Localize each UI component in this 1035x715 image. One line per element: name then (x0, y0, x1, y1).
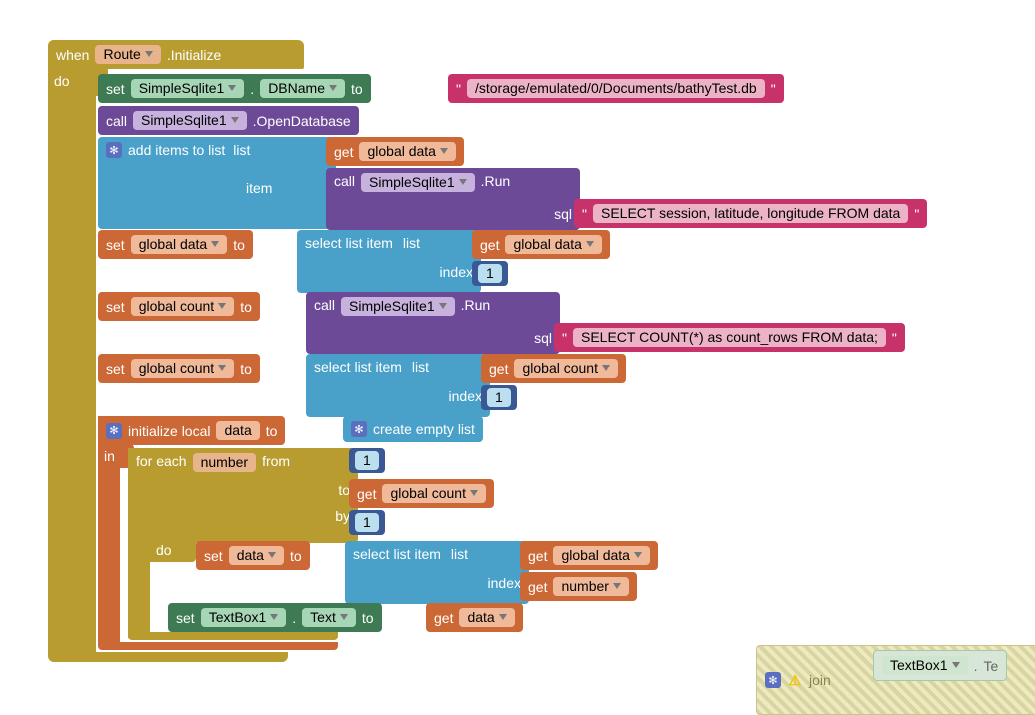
set-dbname-block[interactable]: set SimpleSqlite1 . DBName to (98, 74, 371, 103)
get-var-block[interactable]: get global count (481, 354, 626, 383)
var-dropdown[interactable]: global count (514, 359, 618, 378)
chevron-down-icon (459, 179, 467, 185)
warning-icon: ⚠ (787, 672, 803, 688)
method-label: .Initialize (167, 47, 221, 63)
component-dropdown[interactable]: SimpleSqlite1 (133, 111, 247, 130)
var-dropdown[interactable]: global data (505, 235, 602, 254)
select-list-item-block[interactable]: select list item list index (297, 230, 481, 293)
chevron-down-icon (613, 583, 621, 589)
set-var-block[interactable]: set global data to (98, 230, 253, 259)
text-string-block[interactable]: " SELECT session, latitude, longitude FR… (574, 199, 927, 228)
block-tail (48, 652, 288, 662)
var-dropdown[interactable]: global count (131, 359, 235, 378)
string-value[interactable]: SELECT COUNT(*) as count_rows FROM data; (573, 328, 886, 347)
gear-icon[interactable]: ✻ (765, 672, 781, 688)
local-var-name[interactable]: data (216, 421, 259, 440)
select-list-item-block[interactable]: select list item list index (345, 541, 529, 604)
get-var-block[interactable]: get data (426, 603, 523, 632)
set-var-block[interactable]: set data to (196, 541, 310, 570)
when-label: when (56, 47, 89, 63)
component-dropdown[interactable]: SimpleSqlite1 (131, 79, 245, 98)
number-block[interactable]: 1 (481, 385, 517, 410)
chevron-down-icon (586, 241, 594, 247)
chevron-down-icon (211, 241, 219, 247)
set-property-block[interactable]: set TextBox1 . Text to (168, 603, 382, 632)
get-property-block-disabled[interactable]: TextBox1 . Te (873, 650, 1007, 681)
block-tail (128, 632, 338, 640)
add-items-block[interactable]: ✻ add items to list list item (98, 137, 336, 229)
number-block[interactable]: 1 (472, 261, 508, 286)
number-value[interactable]: 1 (355, 451, 379, 470)
var-dropdown[interactable]: data (459, 608, 514, 627)
number-block[interactable]: 1 (349, 448, 385, 473)
create-empty-list-block[interactable]: ✻ create empty list (343, 416, 483, 442)
number-block[interactable]: 1 (349, 510, 385, 535)
component-dropdown[interactable]: TextBox1 (201, 608, 287, 627)
init-local-block[interactable]: ✻ initialize local data to (98, 416, 285, 445)
chevron-down-icon (228, 85, 236, 91)
number-value[interactable]: 1 (478, 264, 502, 283)
chevron-down-icon (440, 148, 448, 154)
chevron-down-icon (499, 614, 507, 620)
number-value[interactable]: 1 (487, 388, 511, 407)
call-run-block[interactable]: call SimpleSqlite1 .Run sql (306, 292, 560, 354)
gear-icon[interactable]: ✻ (351, 421, 367, 437)
var-dropdown[interactable]: global data (553, 546, 650, 565)
chevron-down-icon (952, 662, 960, 668)
var-dropdown[interactable]: global count (382, 484, 486, 503)
chevron-down-icon (602, 365, 610, 371)
get-var-block[interactable]: get global data (520, 541, 658, 570)
chevron-down-icon (218, 303, 226, 309)
set-var-block[interactable]: set global count to (98, 292, 260, 321)
do-label-inner: do (128, 538, 196, 562)
call-opendb-block[interactable]: call SimpleSqlite1 .OpenDatabase (98, 106, 359, 135)
number-value[interactable]: 1 (355, 513, 379, 532)
select-list-item-block[interactable]: select list item list index (306, 354, 490, 417)
var-dropdown[interactable]: data (229, 546, 284, 565)
component-dropdown[interactable]: Route (95, 45, 160, 64)
call-run-block[interactable]: call SimpleSqlite1 .Run sql (326, 168, 580, 230)
var-dropdown[interactable]: number (553, 577, 628, 596)
gear-icon[interactable]: ✻ (106, 423, 122, 439)
text-string-block[interactable]: " /storage/emulated/0/Documents/bathyTes… (448, 74, 784, 103)
get-var-block[interactable]: get global count (349, 479, 494, 508)
property-dropdown[interactable]: DBName (260, 79, 345, 98)
block-tail (98, 642, 338, 650)
string-value[interactable]: /storage/emulated/0/Documents/bathyTest.… (467, 79, 765, 98)
get-var-block[interactable]: get number (520, 572, 637, 601)
chevron-down-icon (231, 117, 239, 123)
text-string-block[interactable]: " SELECT COUNT(*) as count_rows FROM dat… (554, 323, 905, 352)
component-dropdown[interactable]: SimpleSqlite1 (341, 297, 455, 316)
chevron-down-icon (634, 552, 642, 558)
get-var-block[interactable]: get global data (472, 230, 610, 259)
chevron-down-icon (145, 51, 153, 57)
component-dropdown[interactable]: TextBox1 (882, 656, 968, 675)
loop-var-name[interactable]: number (193, 453, 256, 472)
set-var-block[interactable]: set global count to (98, 354, 260, 383)
chevron-down-icon (218, 365, 226, 371)
gear-icon[interactable]: ✻ (106, 142, 122, 158)
var-dropdown[interactable]: global count (131, 297, 235, 316)
chevron-down-icon (439, 303, 447, 309)
chevron-down-icon (329, 85, 337, 91)
get-var-block[interactable]: get global data (326, 137, 464, 166)
chevron-down-icon (340, 614, 348, 620)
var-dropdown[interactable]: global data (131, 235, 228, 254)
for-each-block[interactable]: for each number from to by (128, 448, 358, 543)
chevron-down-icon (470, 490, 478, 496)
chevron-down-icon (270, 614, 278, 620)
event-header[interactable]: when Route .Initialize (48, 40, 304, 69)
var-dropdown[interactable]: global data (359, 142, 456, 161)
component-dropdown[interactable]: SimpleSqlite1 (361, 173, 475, 192)
chevron-down-icon (268, 552, 276, 558)
property-dropdown[interactable]: Text (302, 608, 356, 627)
string-value[interactable]: SELECT session, latitude, longitude FROM… (593, 204, 908, 223)
